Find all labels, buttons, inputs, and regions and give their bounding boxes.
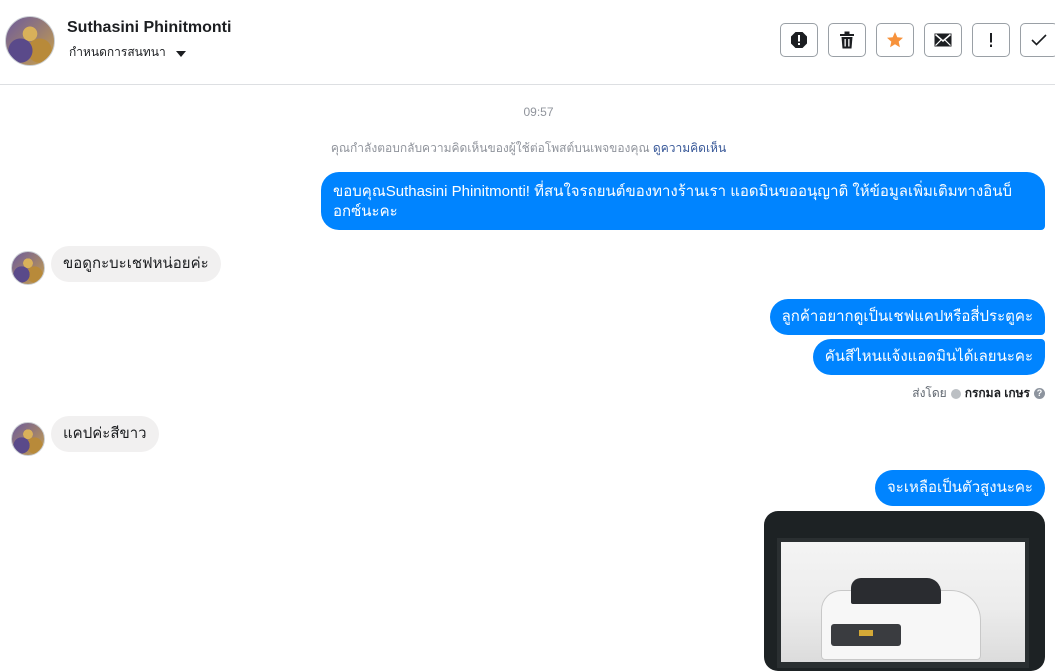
conversation-header: Suthasini Phinitmonti กำหนดการสนทนา xyxy=(0,0,1055,85)
comment-reply-notice: คุณกำลังตอบกลับความคิดเห็นของผู้ใช้ต่อโพ… xyxy=(0,139,1055,158)
caret-down-icon xyxy=(175,50,186,57)
conversation-settings-dropdown[interactable]: กำหนดการสนทนา xyxy=(69,43,186,62)
sender-avatar[interactable] xyxy=(11,251,45,285)
message-bubble-outgoing[interactable]: ลูกค้าอยากดูเป็นเชฟแคปหรือสี่ประตูคะ xyxy=(769,299,1045,335)
message-bubble-outgoing[interactable]: ขอบคุณSuthasini Phinitmonti! ที่สนใจรถยน… xyxy=(321,172,1045,230)
delete-button[interactable] xyxy=(828,23,866,57)
report-icon xyxy=(791,32,807,48)
trash-icon xyxy=(840,31,854,49)
car-window-shape xyxy=(851,578,941,604)
notice-text: คุณกำลังตอบกลับความคิดเห็นของผู้ใช้ต่อโพ… xyxy=(330,141,650,155)
mark-unread-button[interactable] xyxy=(924,23,962,57)
image-attachment[interactable] xyxy=(764,511,1045,671)
verified-check-icon xyxy=(950,388,961,399)
contact-name[interactable]: Suthasini Phinitmonti xyxy=(67,19,231,37)
conversation-settings-label: กำหนดการสนทนา xyxy=(69,45,166,59)
mail-icon xyxy=(934,33,952,47)
sender-avatar[interactable] xyxy=(11,422,45,456)
conversation-toolbar xyxy=(780,23,1055,57)
contact-avatar[interactable] xyxy=(5,16,55,66)
star-button[interactable] xyxy=(876,23,914,57)
message-bubble-outgoing[interactable]: คันสีไหนแจ้งแอดมินได้เลยนะคะ xyxy=(812,339,1045,375)
car-badge-shape xyxy=(859,630,873,636)
image-frame xyxy=(777,538,1029,668)
view-comment-link[interactable]: ดูความคิดเห็น xyxy=(653,141,726,155)
help-icon[interactable]: ? xyxy=(1034,388,1045,399)
sent-by-name[interactable]: กรกมล เกษร xyxy=(965,384,1030,403)
mark-done-button[interactable] xyxy=(1020,23,1055,57)
message-bubble-incoming[interactable]: แคปค่ะสีขาว xyxy=(51,416,159,452)
sent-by-label: ส่งโดย xyxy=(912,386,947,400)
checkmark-icon xyxy=(1031,34,1047,46)
report-button[interactable] xyxy=(780,23,818,57)
star-icon xyxy=(887,32,903,48)
car-photo[interactable] xyxy=(781,542,1025,662)
exclamation-icon xyxy=(990,33,992,47)
message-timestamp: 09:57 xyxy=(523,105,554,119)
message-bubble-outgoing[interactable]: จะเหลือเป็นตัวสูงนะคะ xyxy=(874,470,1045,506)
message-bubble-incoming[interactable]: ขอดูกะบะเชฟหน่อยค่ะ xyxy=(51,246,221,282)
sent-by-info: ส่งโดย กรกมล เกษร ? xyxy=(912,384,1045,403)
spam-button[interactable] xyxy=(972,23,1010,57)
